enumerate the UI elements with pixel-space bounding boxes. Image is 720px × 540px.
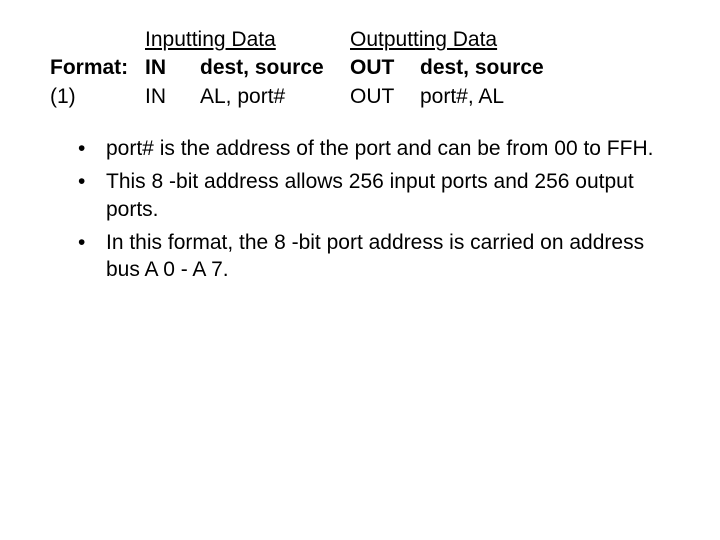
row-label: Format: [50, 54, 145, 82]
io-format-table: Inputting Data Outputting Data Format: I… [50, 26, 670, 111]
in-mnemonic: IN [145, 83, 200, 111]
out-mnemonic: OUT [350, 83, 420, 111]
slide: Inputting Data Outputting Data Format: I… [0, 0, 720, 284]
header-inputting: Inputting Data [145, 26, 350, 54]
list-item: In this format, the 8 -bit port address … [78, 229, 670, 284]
in-operands: AL, port# [200, 83, 350, 111]
bullet-list: port# is the address of the port and can… [50, 135, 670, 283]
table-row: Format: IN dest, source OUT dest, source [50, 54, 670, 82]
header-outputting: Outputting Data [350, 26, 670, 54]
table-header-row: Inputting Data Outputting Data [50, 26, 670, 54]
out-operands: port#, AL [420, 83, 670, 111]
row-label: (1) [50, 83, 145, 111]
table-row: (1) IN AL, port# OUT port#, AL [50, 83, 670, 111]
out-operands: dest, source [420, 54, 670, 82]
list-item: This 8 -bit address allows 256 input por… [78, 168, 670, 223]
in-operands: dest, source [200, 54, 350, 82]
out-mnemonic: OUT [350, 54, 420, 82]
list-item: port# is the address of the port and can… [78, 135, 670, 162]
in-mnemonic: IN [145, 54, 200, 82]
